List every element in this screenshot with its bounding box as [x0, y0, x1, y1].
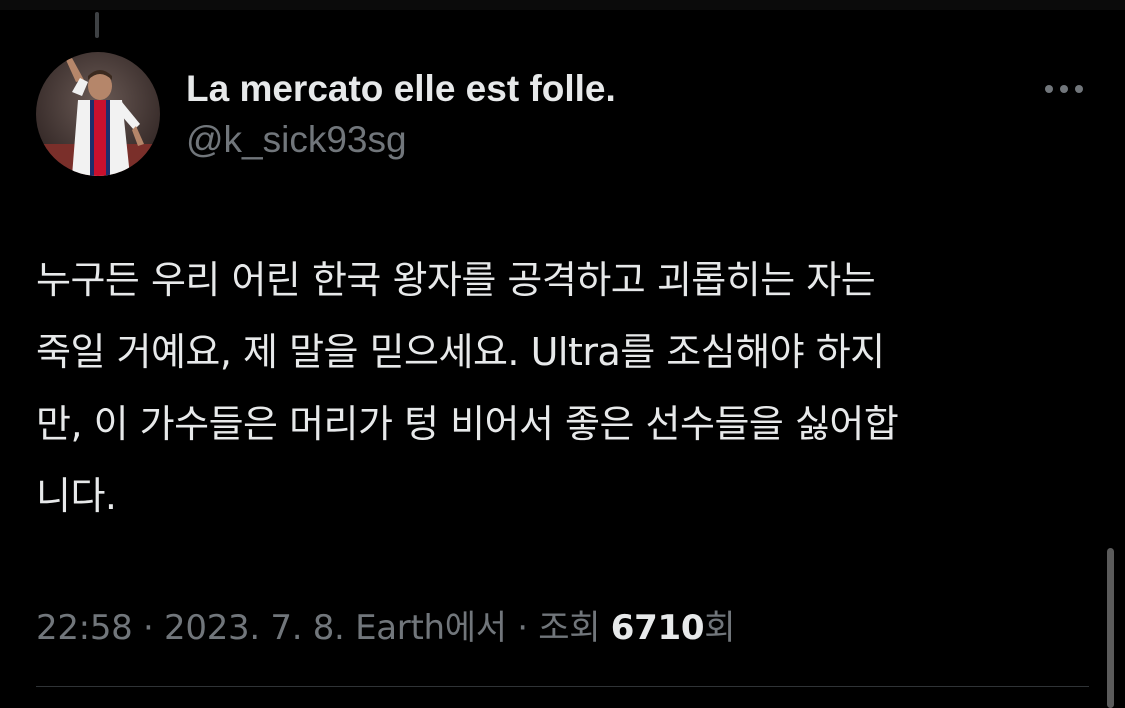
tweet-body: 누구든 우리 어린 한국 왕자를 공격하고 괴롭히는 자는 죽일 거예요, 제 …: [36, 244, 1076, 532]
meta-separator: ·: [143, 608, 154, 648]
scrollbar[interactable]: [1107, 548, 1114, 708]
tweet-text-line: 죽일 거예요, 제 말을 믿으세요. Ultra를 조심해야 하지: [36, 330, 885, 374]
tweet-time[interactable]: 22:58: [36, 608, 133, 648]
views-count[interactable]: 6710: [611, 608, 705, 648]
tweet-meta: 22:58 · 2023. 7. 8. Earth에서 · 조회 6710회: [36, 604, 735, 652]
tweet-text-line: 누구든 우리 어린 한국 왕자를 공격하고 괴롭히는 자는: [36, 258, 876, 302]
author-display-name[interactable]: La mercato elle est folle.: [186, 66, 616, 112]
tweet-text-line: 니다.: [36, 474, 117, 518]
avatar[interactable]: [36, 52, 160, 176]
divider: [36, 686, 1089, 687]
views-label: 조회: [538, 608, 601, 648]
avatar-photo-icon: [36, 52, 160, 176]
tweet-date[interactable]: 2023. 7. 8.: [164, 608, 345, 648]
tweet-source: Earth에서: [355, 608, 507, 648]
more-options-button[interactable]: [1036, 76, 1092, 102]
thread-connector-line: [95, 12, 99, 38]
top-status-strip: [0, 0, 1125, 10]
views-suffix: 회: [704, 608, 736, 648]
more-horizontal-icon: [1075, 85, 1083, 93]
more-horizontal-icon: [1060, 85, 1068, 93]
author-handle[interactable]: @k_sick93sg: [186, 117, 407, 163]
tweet-text-line: 만, 이 가수들은 머리가 텅 비어서 좋은 선수들을 싫어합: [36, 402, 899, 446]
meta-separator: ·: [517, 608, 528, 648]
more-horizontal-icon: [1045, 85, 1053, 93]
